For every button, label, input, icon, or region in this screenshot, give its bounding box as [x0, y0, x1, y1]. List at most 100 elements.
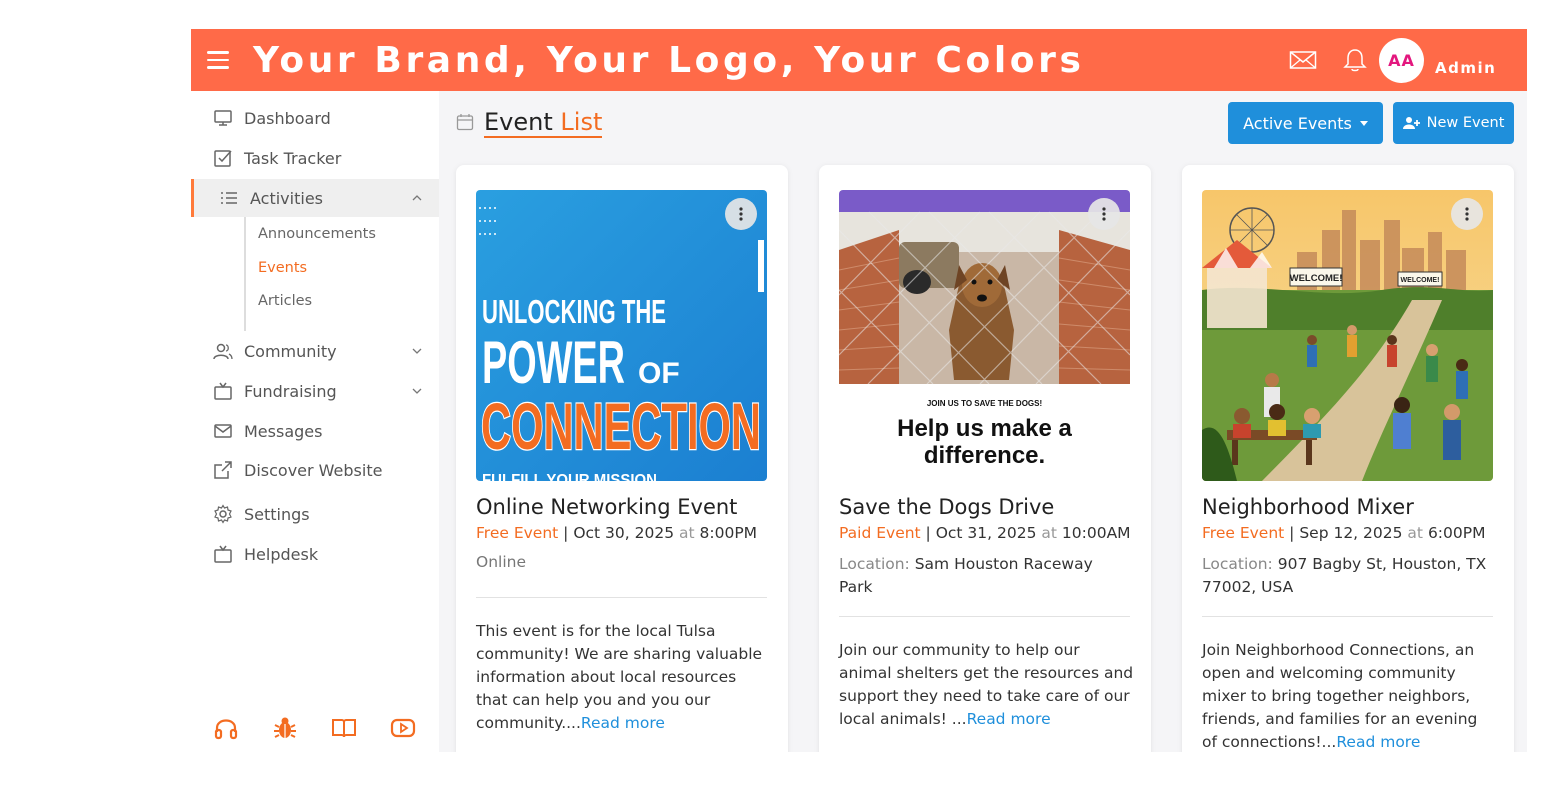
sidebar-item-label: Helpdesk [244, 544, 319, 564]
sidebar-item-label: Settings [244, 504, 310, 524]
event-meta: Paid Event | Oct 31, 2025 at 10:00AM [839, 524, 1131, 542]
active-events-dropdown[interactable]: Active Events [1228, 102, 1383, 144]
book-icon[interactable] [331, 715, 357, 741]
add-user-icon [1402, 117, 1420, 129]
chevron-down-icon [412, 348, 422, 354]
event-card: UNLOCKING THE POWER OF CONNECTION FULFIL… [456, 165, 788, 752]
new-event-button[interactable]: New Event [1393, 102, 1514, 144]
event-type: Paid Event [839, 524, 921, 542]
sidebar-item-settings[interactable]: Settings [191, 495, 439, 533]
event-location: Location: Sam Houston Raceway Park [839, 555, 1093, 596]
bug-icon[interactable] [272, 715, 298, 741]
card-divider [839, 616, 1130, 617]
event-image[interactable]: WELCOME! WELCOME! [1202, 190, 1493, 481]
sidebar-item-messages[interactable]: Messages [191, 412, 439, 450]
avatar[interactable]: AA [1379, 38, 1424, 83]
mail-icon [214, 424, 232, 438]
sidebar-item-dashboard[interactable]: Dashboard [191, 99, 439, 137]
sidebar-item-fundraising[interactable]: Fundraising [191, 372, 439, 410]
page-title: Event List [484, 108, 603, 138]
chevron-down-icon [412, 388, 422, 394]
sidebar-item-discover-website[interactable]: Discover Website [191, 451, 439, 489]
image-tagline: JOIN US TO SAVE THE DOGS! [927, 399, 1042, 408]
kebab-icon [1102, 207, 1106, 221]
event-description: Join Neighborhood Connections, an open a… [1202, 641, 1478, 751]
event-image[interactable]: JOIN US TO SAVE THE DOGS! Help us make a… [839, 190, 1130, 481]
card-menu-button[interactable] [1088, 198, 1120, 230]
kebab-icon [739, 207, 743, 221]
headphones-icon[interactable] [213, 715, 239, 741]
event-date: Sep 12, 2025 [1299, 524, 1403, 542]
top-header: Your Brand, Your Logo, Your Colors AA Ad… [191, 29, 1527, 91]
sidebar-item-task-tracker[interactable]: Task Tracker [191, 139, 439, 177]
card-divider [1202, 616, 1493, 617]
subnav-line [244, 217, 246, 331]
kebab-icon [1465, 207, 1469, 221]
bell-icon[interactable] [1341, 48, 1369, 72]
subnav-item-articles[interactable]: Articles [258, 293, 312, 309]
sidebar: Dashboard Task Tracker Activities Announ… [191, 91, 439, 752]
read-more-link[interactable]: Read more [581, 714, 665, 732]
event-description: This event is for the local Tulsa commun… [476, 622, 763, 732]
event-card: JOIN US TO SAVE THE DOGS! Help us make a… [819, 165, 1151, 752]
image-headline-line3: CONNECTION [481, 389, 761, 463]
tv-icon [214, 545, 232, 563]
gear-icon [214, 504, 232, 524]
event-date: Oct 30, 2025 [573, 524, 675, 542]
event-description: Join our community to help our animal sh… [839, 641, 1134, 728]
sidebar-item-label: Fundraising [244, 381, 337, 401]
event-time: 6:00PM [1427, 524, 1486, 542]
sidebar-item-label: Discover Website [244, 460, 383, 480]
event-meta: Free Event | Sep 12, 2025 at 6:00PM [1202, 524, 1486, 542]
event-image[interactable]: UNLOCKING THE POWER OF CONNECTION FULFIL… [476, 190, 767, 481]
brand-title: Your Brand, Your Logo, Your Colors [253, 40, 1085, 81]
event-card: WELCOME! WELCOME! Neighborhood Mixer Fre… [1182, 165, 1514, 752]
caret-down-icon [1359, 120, 1368, 126]
app-window: Your Brand, Your Logo, Your Colors AA Ad… [191, 29, 1527, 752]
sidebar-footer-icons [191, 715, 439, 745]
event-title[interactable]: Online Networking Event [476, 495, 737, 519]
sidebar-item-label: Community [244, 341, 337, 361]
users-icon [213, 343, 233, 360]
user-name[interactable]: Admin [1435, 59, 1496, 77]
sidebar-item-label: Messages [244, 421, 323, 441]
event-location: Online [476, 553, 526, 571]
tv-icon [214, 382, 232, 400]
card-menu-button[interactable] [725, 198, 757, 230]
image-tagline: FULFILL YOUR MISSION [482, 472, 657, 481]
menu-toggle-icon[interactable] [207, 51, 229, 69]
subnav-item-events[interactable]: Events [258, 260, 307, 276]
image-headline-line2: difference. [924, 442, 1045, 469]
image-headline-line2: POWER [482, 329, 625, 396]
sidebar-item-label: Dashboard [244, 108, 331, 128]
event-title[interactable]: Neighborhood Mixer [1202, 495, 1414, 519]
image-headline-line1: UNLOCKING THE [482, 293, 666, 330]
subnav-item-announcements[interactable]: Announcements [258, 226, 376, 242]
card-divider [476, 597, 767, 598]
event-date: Oct 31, 2025 [935, 524, 1037, 542]
youtube-icon[interactable] [390, 715, 416, 741]
sign-welcome-1: WELCOME! [1290, 273, 1343, 284]
calendar-icon [456, 114, 474, 131]
checkbox-icon [214, 150, 232, 167]
external-link-icon [214, 461, 232, 479]
event-meta: Free Event | Oct 30, 2025 at 8:00PM [476, 524, 758, 542]
image-headline-line1: Help us make a [897, 415, 1072, 442]
event-title[interactable]: Save the Dogs Drive [839, 495, 1054, 519]
event-location: Location: 907 Bagby St, Houston, TX 7700… [1202, 555, 1487, 596]
list-icon [221, 192, 237, 204]
mail-icon[interactable] [1289, 48, 1317, 72]
monitor-icon [214, 110, 232, 126]
read-more-link[interactable]: Read more [967, 710, 1051, 728]
sidebar-item-community[interactable]: Community [191, 332, 439, 370]
image-headline-of: OF [638, 357, 680, 390]
chevron-up-icon [412, 195, 422, 201]
sign-welcome-2: WELCOME! [1401, 277, 1440, 284]
read-more-link[interactable]: Read more [1336, 733, 1420, 751]
sidebar-item-label: Activities [250, 188, 323, 208]
card-menu-button[interactable] [1451, 198, 1483, 230]
sidebar-item-activities[interactable]: Activities [191, 179, 439, 217]
event-type: Free Event [1202, 524, 1285, 542]
event-time: 10:00AM [1061, 524, 1131, 542]
sidebar-item-helpdesk[interactable]: Helpdesk [191, 535, 439, 573]
